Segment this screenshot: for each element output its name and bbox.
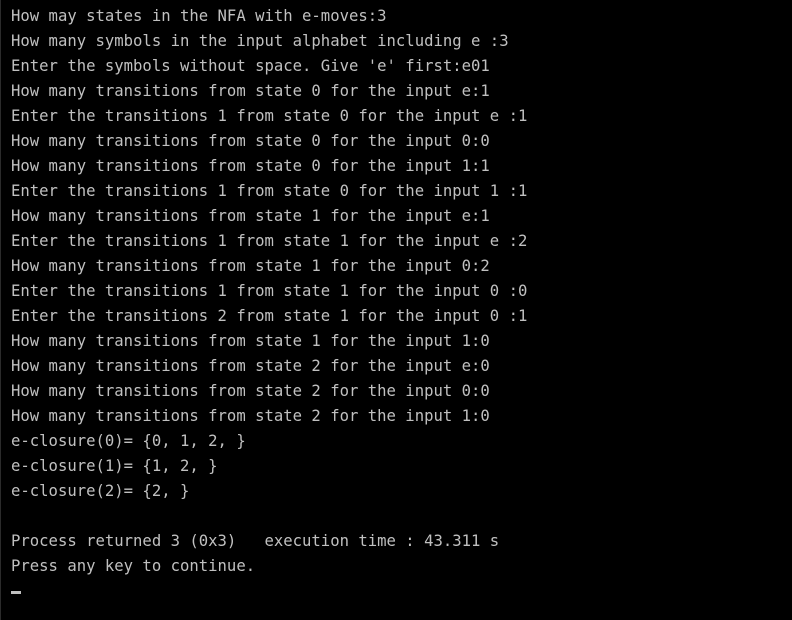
text-cursor — [11, 591, 21, 594]
console-line: How many transitions from state 2 for th… — [11, 382, 490, 400]
console-line: Enter the symbols without space. Give 'e… — [11, 57, 490, 75]
process-returned-line: Process returned 3 (0x3) execution time … — [11, 532, 500, 550]
e-closure-line: e-closure(1)= {1, 2, } — [11, 457, 218, 475]
console-line: Enter the transitions 1 from state 1 for… — [11, 282, 528, 300]
console-line: How many symbols in the input alphabet i… — [11, 32, 509, 50]
console-line: How many transitions from state 1 for th… — [11, 332, 490, 350]
console-line: Enter the transitions 1 from state 0 for… — [11, 107, 528, 125]
console-line: Enter the transitions 1 from state 1 for… — [11, 232, 528, 250]
console-line: Enter the transitions 2 from state 1 for… — [11, 307, 528, 325]
console-line: How many transitions from state 0 for th… — [11, 82, 490, 100]
press-any-key-line: Press any key to continue. — [11, 557, 256, 575]
console-line: How many transitions from state 0 for th… — [11, 157, 490, 175]
console-line: How many transitions from state 2 for th… — [11, 357, 490, 375]
console-line: How many transitions from state 1 for th… — [11, 257, 490, 275]
console-line: How many transitions from state 1 for th… — [11, 207, 490, 225]
console-line: Enter the transitions 1 from state 0 for… — [11, 182, 528, 200]
console-line: How many transitions from state 0 for th… — [11, 132, 490, 150]
console-line: How many transitions from state 2 for th… — [11, 407, 490, 425]
console-line: How may states in the NFA with e-moves:3 — [11, 7, 387, 25]
e-closure-line: e-closure(0)= {0, 1, 2, } — [11, 432, 246, 450]
e-closure-line: e-closure(2)= {2, } — [11, 482, 190, 500]
console-window[interactable]: How may states in the NFA with e-moves:3… — [0, 0, 792, 620]
